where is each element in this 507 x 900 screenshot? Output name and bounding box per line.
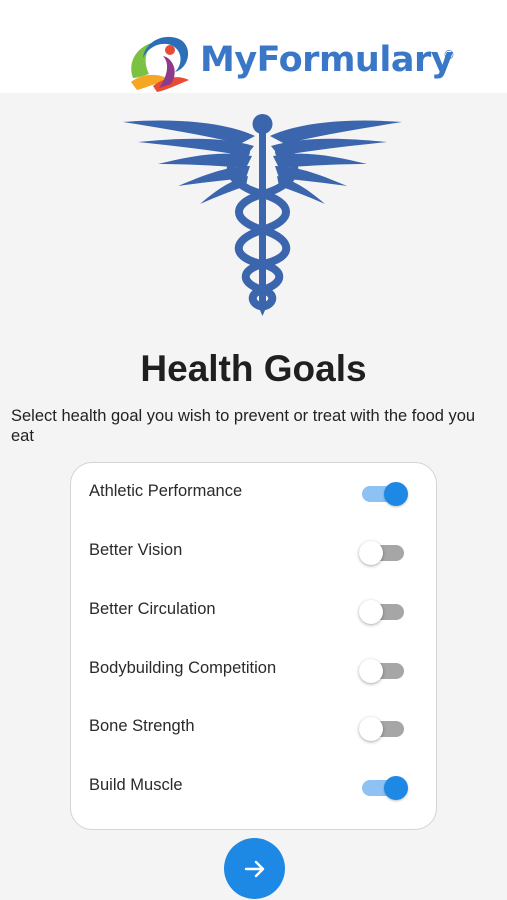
goal-row-better-vision[interactable]: Better Vision <box>71 522 438 580</box>
goal-label: Bone Strength <box>89 717 195 735</box>
goal-label: Bodybuilding Competition <box>89 659 277 677</box>
goal-label: Athletic Performance <box>89 482 243 500</box>
arrow-right-icon <box>244 860 264 877</box>
goal-row-bone-strength[interactable]: Bone Strength <box>71 698 438 756</box>
page-title: Health Goals <box>140 348 367 389</box>
toggle-knob <box>359 659 383 683</box>
toggle-knob <box>359 600 383 624</box>
goal-row-athletic-performance[interactable]: Athletic Performance <box>71 463 438 521</box>
goal-row-bodybuilding-competition[interactable]: Bodybuilding Competition <box>71 640 438 698</box>
app-header: MyFormulary ® <box>0 0 507 93</box>
logo-wordmark: MyFormulary <box>200 40 454 80</box>
goal-toggle-better-circulation[interactable] <box>359 600 406 624</box>
goal-label: Better Circulation <box>89 600 216 618</box>
goal-label: Better Vision <box>89 541 183 559</box>
next-button[interactable] <box>224 838 285 899</box>
health-goals-list: Athletic Performance Better Vision Bette… <box>70 462 437 830</box>
goal-toggle-bone-strength[interactable] <box>359 717 406 741</box>
goal-toggle-athletic-performance[interactable] <box>362 482 408 506</box>
toggle-knob <box>359 717 383 741</box>
toggle-knob <box>384 482 408 506</box>
goal-toggle-better-vision[interactable] <box>359 541 406 565</box>
toggle-knob <box>359 541 383 565</box>
myformulary-logo-icon <box>131 36 189 92</box>
goal-toggle-build-muscle[interactable] <box>362 776 408 800</box>
goal-row-build-muscle[interactable]: Build Muscle <box>71 757 438 815</box>
toggle-knob <box>384 776 408 800</box>
page-subtitle: Select health goal you wish to prevent o… <box>11 407 476 445</box>
myformulary-logo: MyFormulary ® <box>123 28 463 94</box>
goal-label: Build Muscle <box>89 776 183 794</box>
caduceus-icon <box>123 114 402 316</box>
registered-mark: ® <box>443 48 455 62</box>
goal-toggle-bodybuilding-competition[interactable] <box>359 659 406 683</box>
goal-row-better-circulation[interactable]: Better Circulation <box>71 581 438 639</box>
